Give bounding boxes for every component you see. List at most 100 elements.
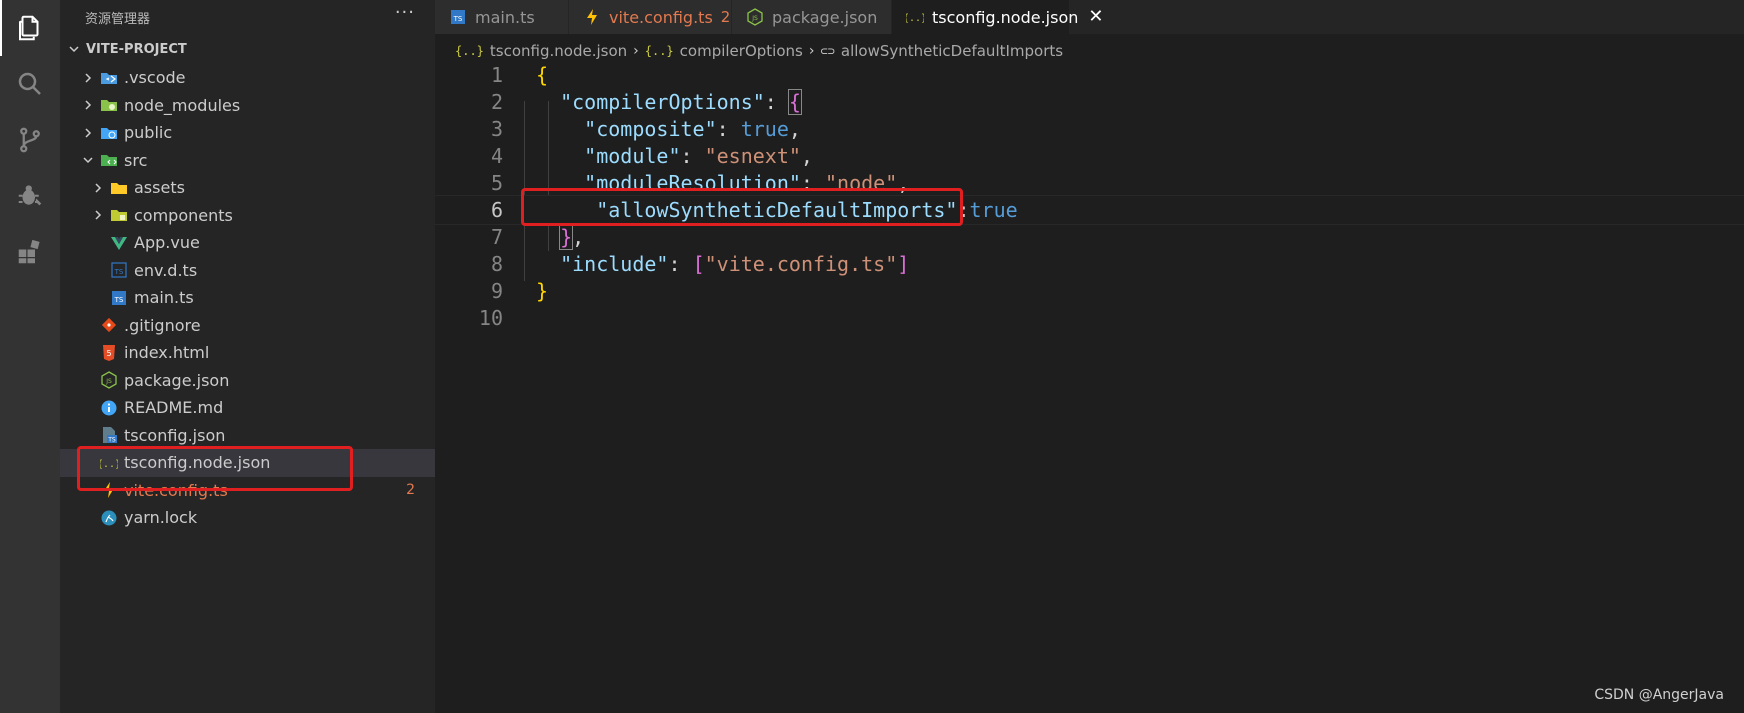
typescript-def-icon: TS <box>110 261 128 279</box>
nodejs-file-icon: JS <box>746 8 764 26</box>
extensions-icon[interactable] <box>0 224 60 280</box>
svg-text:JS: JS <box>751 15 758 22</box>
project-root[interactable]: VITE-PROJECT <box>60 34 435 64</box>
line-number: 6 <box>490 198 503 222</box>
breadcrumb-item[interactable]: {..} compilerOptions <box>645 42 803 60</box>
code-token: [ <box>692 252 705 276</box>
code-token: true <box>740 117 789 141</box>
file-item-index-html[interactable]: 5 index.html <box>60 339 435 367</box>
chevron-right-icon <box>80 70 96 86</box>
debug-icon[interactable] <box>0 168 60 224</box>
html-file-icon: 5 <box>100 344 118 362</box>
breadcrumb-label: tsconfig.node.json <box>489 42 628 60</box>
code-token: : <box>716 117 741 141</box>
line-number: 10 <box>478 306 503 330</box>
folder-item-src[interactable]: src <box>60 147 435 175</box>
folder-item-vscode[interactable]: .vscode <box>60 64 435 92</box>
close-icon[interactable]: ✕ <box>1088 8 1103 26</box>
search-icon[interactable] <box>0 56 60 112</box>
chevron-down-icon <box>80 152 96 168</box>
code-token: , <box>572 225 585 249</box>
tree-item-label: components <box>134 205 233 225</box>
tab-vite-config-ts[interactable]: vite.config.ts 2 <box>569 0 732 34</box>
tab-tsconfig-node-json[interactable]: {..} tsconfig.node.json ✕ <box>892 0 1103 34</box>
svg-text:5: 5 <box>106 349 111 358</box>
code-token: : <box>668 252 693 276</box>
code-token: { <box>787 89 802 115</box>
highlight-box-code-line <box>521 188 963 226</box>
problem-count-badge: 2 <box>720 8 731 26</box>
line-number: 1 <box>490 63 503 87</box>
breadcrumb-item[interactable]: {..} tsconfig.node.json <box>455 42 627 60</box>
breadcrumb-label: compilerOptions <box>679 42 803 60</box>
line-number: 8 <box>490 252 503 276</box>
file-item-app-vue[interactable]: App.vue <box>60 229 435 257</box>
code-line: 10 <box>435 303 1744 333</box>
file-item-main-ts[interactable]: TS main.ts <box>60 284 435 312</box>
chevron-down-icon <box>66 41 82 57</box>
code-line: 9} <box>435 276 1744 306</box>
folder-item-components[interactable]: components <box>60 202 435 230</box>
tree-item-label: main.ts <box>134 288 194 308</box>
file-item-package-json[interactable]: JS package.json <box>60 367 435 395</box>
file-item-tsconfig-json[interactable]: TS tsconfig.json <box>60 422 435 450</box>
line-number: 3 <box>490 117 503 141</box>
file-item-readme-md[interactable]: README.md <box>60 394 435 422</box>
code-token: } <box>536 279 549 303</box>
file-item-env-d-ts[interactable]: TS env.d.ts <box>60 257 435 285</box>
tree-item-label: yarn.lock <box>124 508 198 528</box>
tree-item-label: .gitignore <box>124 315 201 335</box>
code-token: { <box>536 63 549 87</box>
highlight-box-explorer-item <box>77 446 353 491</box>
line-number: 5 <box>490 171 503 195</box>
tab-main-ts[interactable]: TS main.ts <box>435 0 569 34</box>
explorer-icon[interactable] <box>0 0 60 56</box>
line-number: 4 <box>490 144 503 168</box>
breadcrumb-item[interactable]: ⊂⊃ allowSyntheticDefaultImports <box>820 42 1063 60</box>
git-icon <box>100 316 118 334</box>
folder-item-public[interactable]: public <box>60 119 435 147</box>
line-number: 2 <box>490 90 503 114</box>
editor-area: TS main.ts vite.config.ts 2 JS package.json {.… <box>435 0 1744 713</box>
activity-bar <box>0 0 60 713</box>
problem-count-badge: 2 <box>406 482 415 499</box>
folder-item-assets[interactable]: assets <box>60 174 435 202</box>
nodejs-file-icon: JS <box>100 371 118 389</box>
code-token: ] <box>897 252 910 276</box>
tree-item-label: App.vue <box>134 233 200 253</box>
svg-text:TS: TS <box>107 437 116 444</box>
folder-item-node-modules[interactable]: node_modules <box>60 92 435 120</box>
tree-item-label: src <box>124 150 148 170</box>
json-object-icon: {..} <box>644 44 674 58</box>
property-icon: ⊂⊃ <box>820 44 835 58</box>
file-item-yarn-lock[interactable]: yarn.lock <box>60 504 435 532</box>
chevron-right-icon: › <box>633 43 639 59</box>
tab-label: main.ts <box>475 7 535 27</box>
code-token: : <box>764 90 789 114</box>
code-line: 4 "module": "esnext", <box>435 141 1744 171</box>
tree-item-label: .vscode <box>124 68 186 88</box>
code-line: 2 "compilerOptions": { <box>435 87 1744 117</box>
info-icon <box>100 399 118 417</box>
tab-package-json[interactable]: JS package.json <box>732 0 892 34</box>
source-control-icon[interactable] <box>0 112 60 168</box>
code-line: 3 "composite": true, <box>435 114 1744 144</box>
breadcrumb-label: allowSyntheticDefaultImports <box>840 42 1064 60</box>
code-token: "vite.config.ts" <box>704 252 898 276</box>
file-item-gitignore[interactable]: .gitignore <box>60 312 435 340</box>
chevron-right-icon <box>90 180 106 196</box>
svg-text:TS: TS <box>114 268 124 276</box>
code-token: } <box>559 224 574 250</box>
more-actions-icon[interactable]: ··· <box>395 4 415 22</box>
chevron-right-icon <box>80 125 96 141</box>
svg-text:TS: TS <box>453 15 463 23</box>
line-source: "compilerOptions": { <box>536 89 802 115</box>
vscode-folder-icon <box>100 69 118 87</box>
